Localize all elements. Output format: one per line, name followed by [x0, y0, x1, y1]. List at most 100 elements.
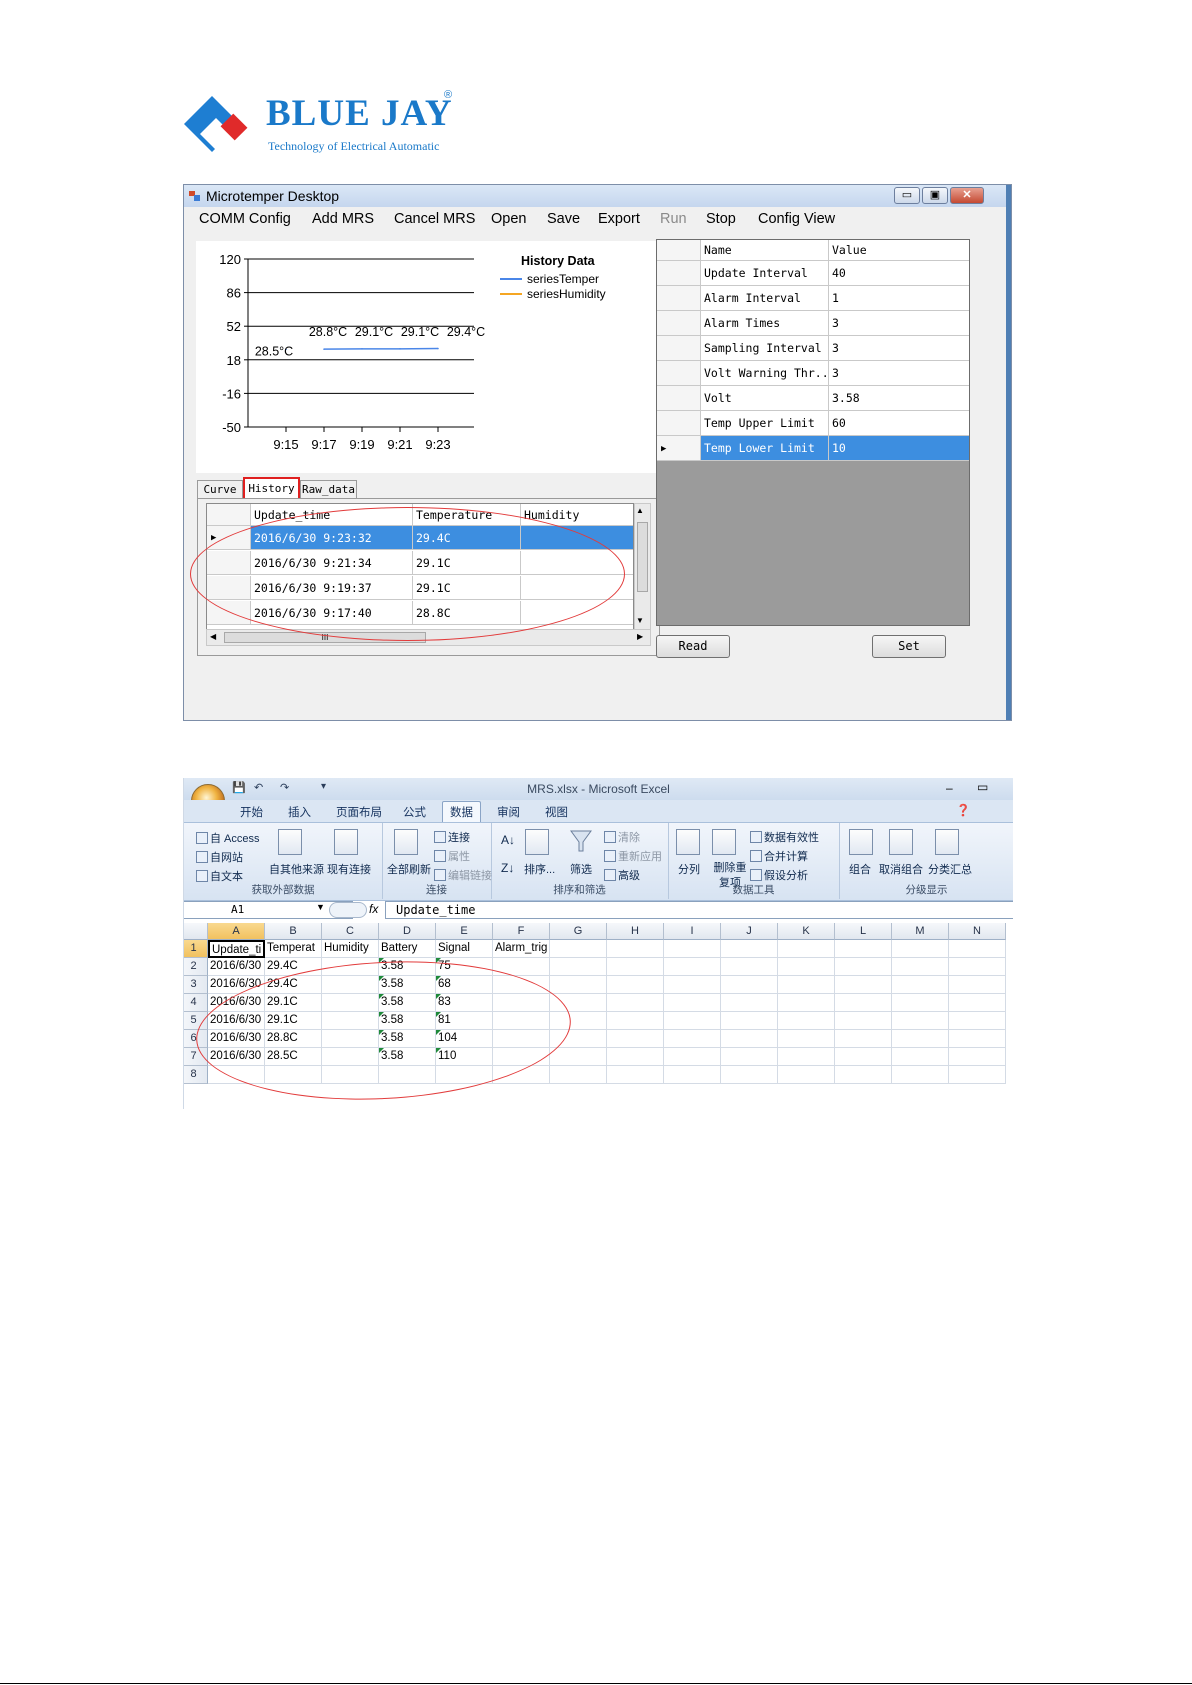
sort-descending-icon[interactable]: Z↓ — [501, 861, 514, 875]
group-button[interactable]: 组合 — [849, 861, 871, 877]
name-box[interactable]: A1 — [184, 901, 353, 919]
sheet-cell[interactable]: 104 — [436, 1030, 493, 1048]
col-name[interactable]: Name — [701, 240, 829, 261]
row-header[interactable]: 5 — [184, 1012, 208, 1030]
sheet-cell[interactable]: 75 — [436, 958, 493, 976]
sheet-cell[interactable] — [322, 1066, 379, 1084]
sheet-cell[interactable] — [949, 1030, 1006, 1048]
config-name-cell[interactable]: Volt Warning Thr... — [701, 361, 829, 386]
menu-export[interactable]: Export — [598, 211, 640, 227]
sheet-cell[interactable] — [322, 1030, 379, 1048]
column-header[interactable]: A — [208, 923, 265, 940]
sheet-cell[interactable] — [493, 1066, 550, 1084]
column-header[interactable]: L — [835, 923, 892, 940]
history-cell[interactable]: 28.8C — [413, 601, 521, 625]
config-row[interactable]: Update Interval 40 — [657, 261, 969, 286]
column-header[interactable]: K — [778, 923, 835, 940]
tab-raw-data[interactable]: Raw_data — [300, 480, 357, 498]
sheet-cell[interactable] — [949, 940, 1006, 958]
reapply-button[interactable]: 重新应用 — [604, 848, 662, 864]
menu-comm-config[interactable]: COMM Config — [199, 211, 291, 227]
tab-home[interactable]: 开始 — [240, 804, 263, 820]
row-header[interactable]: 1 — [184, 940, 208, 958]
config-name-cell[interactable]: Temp Upper Limit — [701, 411, 829, 436]
sheet-cell[interactable] — [892, 976, 949, 994]
sheet-cell[interactable] — [550, 958, 607, 976]
sheet-cell[interactable]: 2016/6/30 — [208, 958, 265, 976]
column-header[interactable]: F — [493, 923, 550, 940]
properties-button[interactable]: 属性 — [434, 848, 470, 864]
history-horizontal-scrollbar[interactable]: ◀ III ▶ — [206, 629, 651, 646]
sheet-cell[interactable] — [607, 1048, 664, 1066]
tab-formulas[interactable]: 公式 — [403, 804, 426, 820]
sheet-cell[interactable] — [550, 1030, 607, 1048]
menu-stop[interactable]: Stop — [706, 211, 736, 227]
column-header[interactable]: N — [949, 923, 1006, 940]
sheet-cell[interactable] — [607, 958, 664, 976]
sheet-cell[interactable] — [778, 940, 835, 958]
other-sources-button[interactable]: 自其他来源 — [269, 861, 324, 877]
active-cell[interactable]: Update_ti — [208, 940, 265, 958]
from-web-button[interactable]: 自网站 — [196, 849, 243, 865]
sheet-cell[interactable] — [835, 1012, 892, 1030]
sheet-cell[interactable] — [265, 1066, 322, 1084]
history-cell[interactable] — [521, 601, 633, 625]
scroll-up-icon[interactable]: ▲ — [636, 506, 644, 515]
sheet-cell[interactable] — [208, 1066, 265, 1084]
history-cell[interactable]: 2016/6/30 9:17:40 — [251, 601, 413, 625]
sheet-cell[interactable] — [664, 976, 721, 994]
history-row[interactable]: 2016/6/30 9:17:40 28.8C — [207, 601, 633, 626]
config-name-cell[interactable]: Volt — [701, 386, 829, 411]
menu-cancel-mrs[interactable]: Cancel MRS — [394, 211, 475, 227]
config-name-cell[interactable]: Alarm Times — [701, 311, 829, 336]
history-cell[interactable] — [521, 526, 633, 550]
sheet-cell[interactable] — [550, 940, 607, 958]
sheet-cell[interactable]: 29.1C — [265, 1012, 322, 1030]
sheet-cell[interactable] — [664, 1048, 721, 1066]
read-button[interactable]: Read — [656, 635, 730, 658]
sheet-cell[interactable] — [493, 976, 550, 994]
tab-curve[interactable]: Curve — [197, 480, 243, 498]
config-name-cell[interactable]: Update Interval — [701, 261, 829, 286]
close-button[interactable]: ✕ — [950, 187, 984, 204]
row-header[interactable]: 6 — [184, 1030, 208, 1048]
sheet-cell[interactable] — [892, 1048, 949, 1066]
sheet-cell[interactable] — [322, 976, 379, 994]
scroll-right-icon[interactable]: ▶ — [637, 632, 643, 641]
sheet-cell[interactable] — [550, 1048, 607, 1066]
sheet-cell[interactable]: 2016/6/30 — [208, 1030, 265, 1048]
sheet-cell[interactable] — [550, 976, 607, 994]
sheet-cell[interactable]: 110 — [436, 1048, 493, 1066]
sheet-cell[interactable] — [721, 1066, 778, 1084]
sheet-cell[interactable] — [322, 1048, 379, 1066]
sort-button[interactable]: 排序... — [524, 861, 555, 877]
row-header[interactable]: 4 — [184, 994, 208, 1012]
sheet-cell[interactable]: 2016/6/30 — [208, 1012, 265, 1030]
select-all-corner[interactable] — [184, 923, 208, 940]
sheet-cell[interactable] — [835, 976, 892, 994]
sheet-cell[interactable]: 3.58 — [379, 958, 436, 976]
history-vertical-scrollbar[interactable]: ▲ ▼ — [634, 503, 651, 645]
sheet-cell[interactable] — [721, 940, 778, 958]
col-temperature[interactable]: Temperature — [413, 504, 521, 526]
history-cell[interactable]: 29.4C — [413, 526, 521, 550]
help-icon[interactable]: ❓ — [956, 803, 970, 817]
config-row[interactable]: Alarm Interval 1 — [657, 286, 969, 311]
sheet-cell[interactable]: 83 — [436, 994, 493, 1012]
config-value-cell[interactable]: 3 — [829, 311, 969, 336]
sheet-cell[interactable]: 3.58 — [379, 994, 436, 1012]
col-value[interactable]: Value — [829, 240, 969, 261]
consolidate-button[interactable]: 合并计算 — [750, 848, 808, 864]
edit-links-button[interactable]: 编辑链接 — [434, 867, 492, 883]
sheet-cell[interactable] — [322, 1012, 379, 1030]
sheet-cell[interactable]: 3.58 — [379, 1048, 436, 1066]
column-header[interactable]: I — [664, 923, 721, 940]
sheet-cell[interactable] — [721, 958, 778, 976]
history-row[interactable]: 2016/6/30 9:19:37 29.1C — [207, 576, 633, 601]
config-value-cell[interactable]: 40 — [829, 261, 969, 286]
sheet-cell[interactable] — [778, 1012, 835, 1030]
sheet-cell[interactable] — [835, 994, 892, 1012]
config-row[interactable]: Volt Warning Thr... 3 — [657, 361, 969, 386]
existing-connections-button[interactable]: 现有连接 — [327, 861, 371, 877]
sheet-cell[interactable] — [607, 1012, 664, 1030]
